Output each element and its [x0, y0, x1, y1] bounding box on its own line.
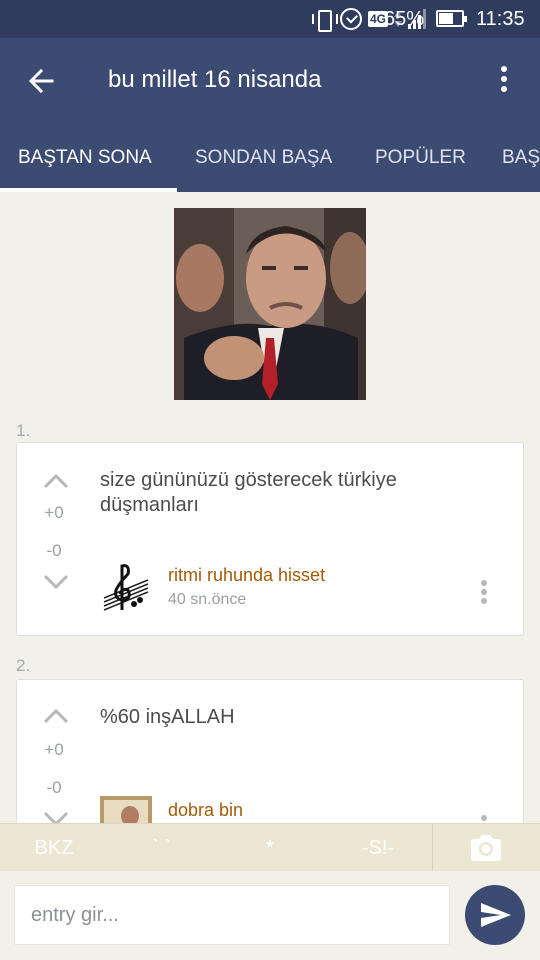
tab-bastan-sona[interactable]: BAŞTAN SONA	[18, 124, 152, 192]
entry-composer	[0, 871, 540, 960]
toolbar-divider	[432, 824, 433, 872]
treble-clef-avatar[interactable]	[100, 560, 152, 612]
arrow-left-icon	[28, 68, 54, 94]
entry-input[interactable]	[14, 885, 450, 945]
alarm-icon	[339, 8, 362, 30]
spoiler-button[interactable]: -S!-	[324, 824, 432, 872]
entry-text: %60 inşALLAH	[100, 706, 235, 728]
formatting-toolbar: BKZ ` ` * -S!-	[0, 823, 540, 872]
tab-bar: BAŞTAN SONA SONDAN BAŞA POPÜLER BAŞ	[0, 124, 540, 192]
entry-menu-button[interactable]	[478, 577, 490, 607]
more-vertical-icon	[490, 66, 518, 92]
battery-icon	[436, 10, 467, 27]
overflow-menu-button[interactable]	[490, 62, 518, 102]
more-vertical-icon	[478, 580, 490, 604]
entry-author[interactable]: dobra bin	[168, 800, 243, 821]
downvote-count: -0	[46, 541, 62, 560]
camera-button[interactable]	[469, 834, 503, 862]
backtick-button[interactable]: ` `	[108, 824, 216, 872]
downvote-count: -0	[46, 778, 62, 797]
back-button[interactable]	[22, 64, 62, 98]
upvote-chevron-icon[interactable]	[43, 473, 69, 489]
bkz-button[interactable]: BKZ	[0, 824, 108, 872]
downvote-chevron-icon[interactable]	[43, 574, 69, 590]
entry-number: 1.	[16, 421, 31, 440]
entry-text: size gününüzü gösterecek türkiye düşmanl…	[100, 469, 397, 516]
send-button[interactable]	[465, 885, 525, 945]
entry-number: 2.	[16, 656, 31, 675]
upvote-count: +0	[44, 503, 64, 522]
upvote-chevron-icon[interactable]	[43, 708, 69, 724]
entry-card: +0 -0 size gününüzü gösterecek türkiye d…	[16, 442, 524, 636]
camera-icon	[471, 835, 501, 861]
entry-time: 40 sn.önce	[168, 591, 247, 608]
tab-sondan-basa[interactable]: SONDAN BAŞA	[195, 124, 332, 192]
tab-bas[interactable]: BAŞ	[502, 124, 540, 192]
entry-author[interactable]: ritmi ruhunda hisset	[168, 565, 325, 586]
active-tab-indicator	[0, 188, 177, 192]
topic-photo[interactable]	[174, 208, 366, 400]
status-bar: 4G 65% 11:35	[0, 0, 540, 38]
treble-clef-icon	[100, 560, 152, 612]
vibrate-icon	[311, 8, 338, 32]
battery-percent: 65%	[384, 8, 425, 30]
tab-populer[interactable]: POPÜLER	[375, 124, 466, 192]
topic-photo-illustration	[174, 208, 366, 400]
clock: 11:35	[476, 8, 525, 30]
send-icon	[481, 903, 511, 927]
upvote-count: +0	[44, 740, 64, 759]
page-title: bu millet 16 nisanda	[108, 66, 322, 93]
star-button[interactable]: *	[216, 824, 324, 872]
app-bar: bu millet 16 nisanda	[0, 38, 540, 124]
